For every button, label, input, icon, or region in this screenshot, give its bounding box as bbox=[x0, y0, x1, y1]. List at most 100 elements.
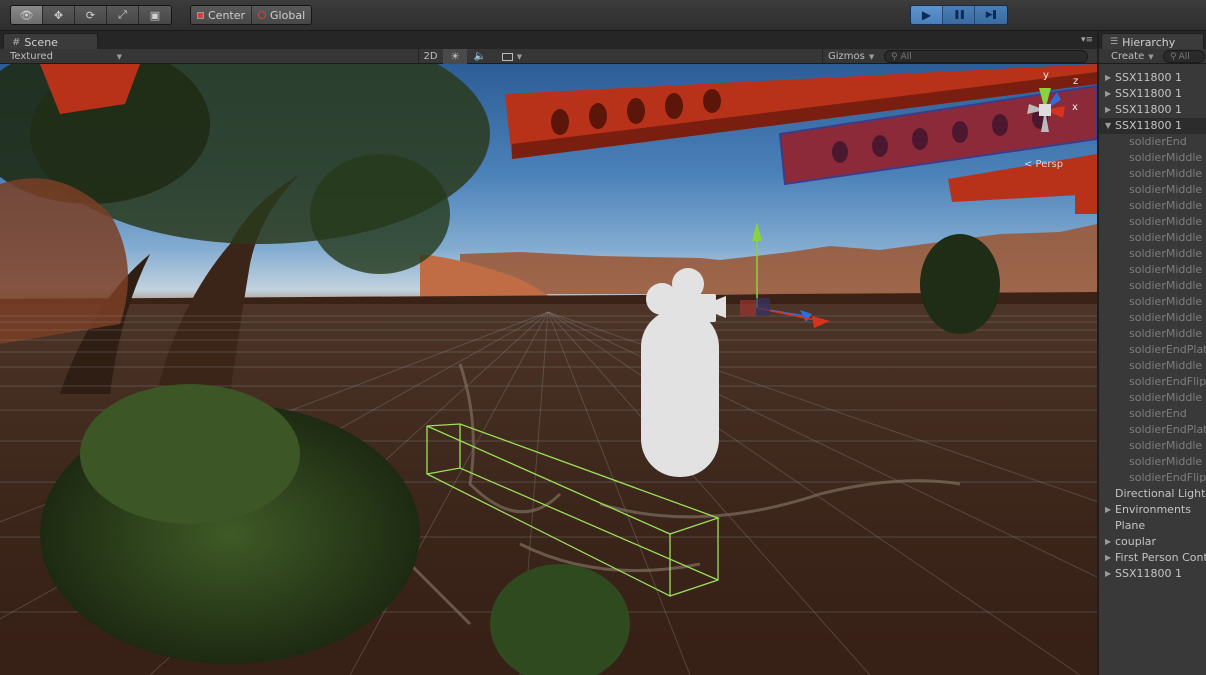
hierarchy-item[interactable]: soldierMiddle bbox=[1099, 310, 1206, 326]
hierarchy-item[interactable]: soldierMiddle bbox=[1099, 358, 1206, 374]
pivot-global-label: Global bbox=[270, 8, 306, 22]
scene-viewport[interactable]: y z x < Persp bbox=[0, 64, 1097, 675]
hierarchy-item[interactable]: ▶ SSX11800 1 bbox=[1099, 70, 1206, 86]
tree-right bbox=[920, 234, 1000, 334]
hierarchy-item-label: Environments bbox=[1115, 503, 1191, 516]
lighting-toggle[interactable]: ☀ bbox=[443, 49, 467, 64]
foldout-closed-icon[interactable]: ▶ bbox=[1105, 534, 1111, 550]
pause-button[interactable]: ❚❚ bbox=[943, 6, 975, 24]
create-dropdown[interactable]: Create ▼ bbox=[1103, 49, 1159, 64]
foldout-open-icon[interactable]: ▼ bbox=[1105, 118, 1111, 134]
hierarchy-item[interactable]: ▶ Environments bbox=[1099, 502, 1206, 518]
hierarchy-item[interactable]: soldierEndFlip bbox=[1099, 470, 1206, 486]
hierarchy-item[interactable]: soldierMiddle bbox=[1099, 294, 1206, 310]
globe-icon bbox=[258, 11, 267, 19]
hierarchy-item[interactable]: soldierMiddle bbox=[1099, 454, 1206, 470]
hierarchy-item-label: soldierEndPlat bbox=[1129, 343, 1206, 356]
hierarchy-item[interactable]: soldierMiddle bbox=[1099, 262, 1206, 278]
scale-icon: ⤢ bbox=[118, 8, 127, 21]
tab-scene[interactable]: # Scene bbox=[3, 33, 98, 49]
hierarchy-item[interactable]: soldierMiddle bbox=[1099, 246, 1206, 262]
shading-mode-dropdown[interactable]: Textured ▼ bbox=[4, 49, 126, 64]
hierarchy-tabbar: ☰ Hierarchy bbox=[1099, 31, 1206, 49]
list-icon: ☰ bbox=[1110, 37, 1119, 47]
audio-toggle[interactable]: 🔈 bbox=[468, 49, 492, 64]
tree-canopy-mid bbox=[310, 154, 450, 274]
tab-scene-label: Scene bbox=[24, 35, 58, 49]
hierarchy-item[interactable]: soldierMiddle bbox=[1099, 326, 1206, 342]
hierarchy-item[interactable]: soldierMiddle bbox=[1099, 230, 1206, 246]
foldout-closed-icon[interactable]: ▶ bbox=[1105, 566, 1111, 582]
hierarchy-item-label: Plane bbox=[1115, 519, 1146, 532]
transform-tools: 👁 ✥ ⟳ ⤢ ▣ bbox=[10, 5, 172, 25]
hierarchy-item-label: soldierEndFlip bbox=[1129, 375, 1206, 388]
hierarchy-item[interactable]: ▶ First Person Controller bbox=[1099, 550, 1206, 566]
hierarchy-item[interactable]: soldierEnd bbox=[1099, 134, 1206, 150]
step-button[interactable]: ▶❚ bbox=[975, 6, 1007, 24]
panel-menu-icon[interactable]: ▾≡ bbox=[1081, 35, 1093, 45]
chevron-down-icon: ▼ bbox=[868, 52, 875, 61]
girder-stub bbox=[1075, 194, 1097, 214]
scene-search-placeholder: All bbox=[900, 51, 912, 62]
foldout-closed-icon[interactable]: ▶ bbox=[1105, 70, 1111, 86]
hierarchy-item-label: soldierMiddle bbox=[1129, 327, 1203, 340]
hierarchy-item[interactable]: ▼ SSX11800 1 bbox=[1099, 118, 1206, 134]
pivot-global-button[interactable]: Global bbox=[252, 6, 312, 24]
search-icon: ⚲ bbox=[1170, 51, 1177, 62]
pivot-center-button[interactable]: Center bbox=[191, 6, 253, 24]
hierarchy-item[interactable]: ▶ SSX11800 1 bbox=[1099, 102, 1206, 118]
hierarchy-item[interactable]: soldierMiddle bbox=[1099, 390, 1206, 406]
mode-2d-toggle[interactable]: 2D bbox=[418, 49, 442, 64]
view-tool-button[interactable]: 👁 bbox=[11, 6, 43, 24]
hierarchy-item[interactable]: ▶ couplar bbox=[1099, 534, 1206, 550]
scale-tool-button[interactable]: ⤢ bbox=[107, 6, 139, 24]
hierarchy-item[interactable]: Plane bbox=[1099, 518, 1206, 534]
rotate-tool-button[interactable]: ⟳ bbox=[75, 6, 107, 24]
foldout-closed-icon[interactable]: ▶ bbox=[1105, 102, 1111, 118]
search-icon: ⚲ bbox=[891, 51, 898, 62]
hierarchy-item[interactable]: soldierMiddle bbox=[1099, 198, 1206, 214]
hierarchy-item-label: soldierEndFlip bbox=[1129, 471, 1206, 484]
girder-lower bbox=[948, 154, 1097, 202]
hierarchy-item[interactable]: soldierMiddle bbox=[1099, 438, 1206, 454]
foldout-closed-icon[interactable]: ▶ bbox=[1105, 550, 1111, 566]
scene-render bbox=[0, 64, 1097, 675]
sun-icon: ☀ bbox=[450, 50, 460, 63]
effects-dropdown[interactable]: ▼ bbox=[495, 49, 529, 64]
hierarchy-item[interactable]: Directional Light bbox=[1099, 486, 1206, 502]
hierarchy-item[interactable]: ▶ SSX11800 1 bbox=[1099, 86, 1206, 102]
scene-control-bar: Textured ▼ 2D ☀ 🔈 ▼ Gizmos ▼ ⚲ All bbox=[0, 49, 1097, 64]
gizmos-dropdown[interactable]: Gizmos ▼ bbox=[822, 49, 878, 64]
hierarchy-list: ▶ SSX11800 1 ▶ SSX11800 1 ▶ SSX11800 1 ▼ SSX118… bbox=[1099, 70, 1206, 582]
pivot-controls: Center Global bbox=[190, 5, 313, 25]
hierarchy-search-input[interactable]: ⚲ All bbox=[1163, 50, 1205, 63]
tab-hierarchy[interactable]: ☰ Hierarchy bbox=[1101, 33, 1204, 49]
hierarchy-item[interactable]: soldierEndPlat bbox=[1099, 422, 1206, 438]
persp-label[interactable]: < Persp bbox=[1024, 159, 1063, 170]
foldout-closed-icon[interactable]: ▶ bbox=[1105, 502, 1111, 518]
hierarchy-item[interactable]: soldierMiddle bbox=[1099, 214, 1206, 230]
hierarchy-item[interactable]: soldierMiddle bbox=[1099, 278, 1206, 294]
hierarchy-control-bar: Create ▼ ⚲ All bbox=[1099, 49, 1206, 64]
hierarchy-item[interactable]: soldierMiddle bbox=[1099, 166, 1206, 182]
foldout-closed-icon[interactable]: ▶ bbox=[1105, 86, 1111, 102]
hierarchy-item-label: soldierMiddle bbox=[1129, 183, 1203, 196]
hierarchy-item[interactable]: soldierMiddle bbox=[1099, 150, 1206, 166]
hierarchy-item[interactable]: soldierEnd bbox=[1099, 406, 1206, 422]
hierarchy-item-label: First Person Controller bbox=[1115, 551, 1206, 564]
hierarchy-item[interactable]: soldierEndPlat bbox=[1099, 342, 1206, 358]
play-button[interactable]: ▶ bbox=[911, 6, 943, 24]
hierarchy-item-label: SSX11800 1 bbox=[1115, 567, 1182, 580]
hierarchy-panel: ☰ Hierarchy Create ▼ ⚲ All ▶ SSX11800 1 ▶ S… bbox=[1097, 31, 1206, 675]
mode-2d-label: 2D bbox=[423, 51, 438, 62]
hierarchy-item[interactable]: soldierEndFlip bbox=[1099, 374, 1206, 390]
unity-editor: 👁 ✥ ⟳ ⤢ ▣ Center Global ▶ ❚❚ ▶❚ # Scene bbox=[0, 0, 1206, 675]
move-tool-button[interactable]: ✥ bbox=[43, 6, 75, 24]
hierarchy-item[interactable]: ▶ SSX11800 1 bbox=[1099, 566, 1206, 582]
rect-tool-button[interactable]: ▣ bbox=[139, 6, 171, 24]
hierarchy-item-label: soldierMiddle bbox=[1129, 359, 1203, 372]
hierarchy-item[interactable]: soldierMiddle bbox=[1099, 182, 1206, 198]
scene-search-input[interactable]: ⚲ All bbox=[884, 50, 1088, 63]
hierarchy-item-label: soldierEnd bbox=[1129, 135, 1187, 148]
hierarchy-item-label: soldierMiddle bbox=[1129, 247, 1203, 260]
